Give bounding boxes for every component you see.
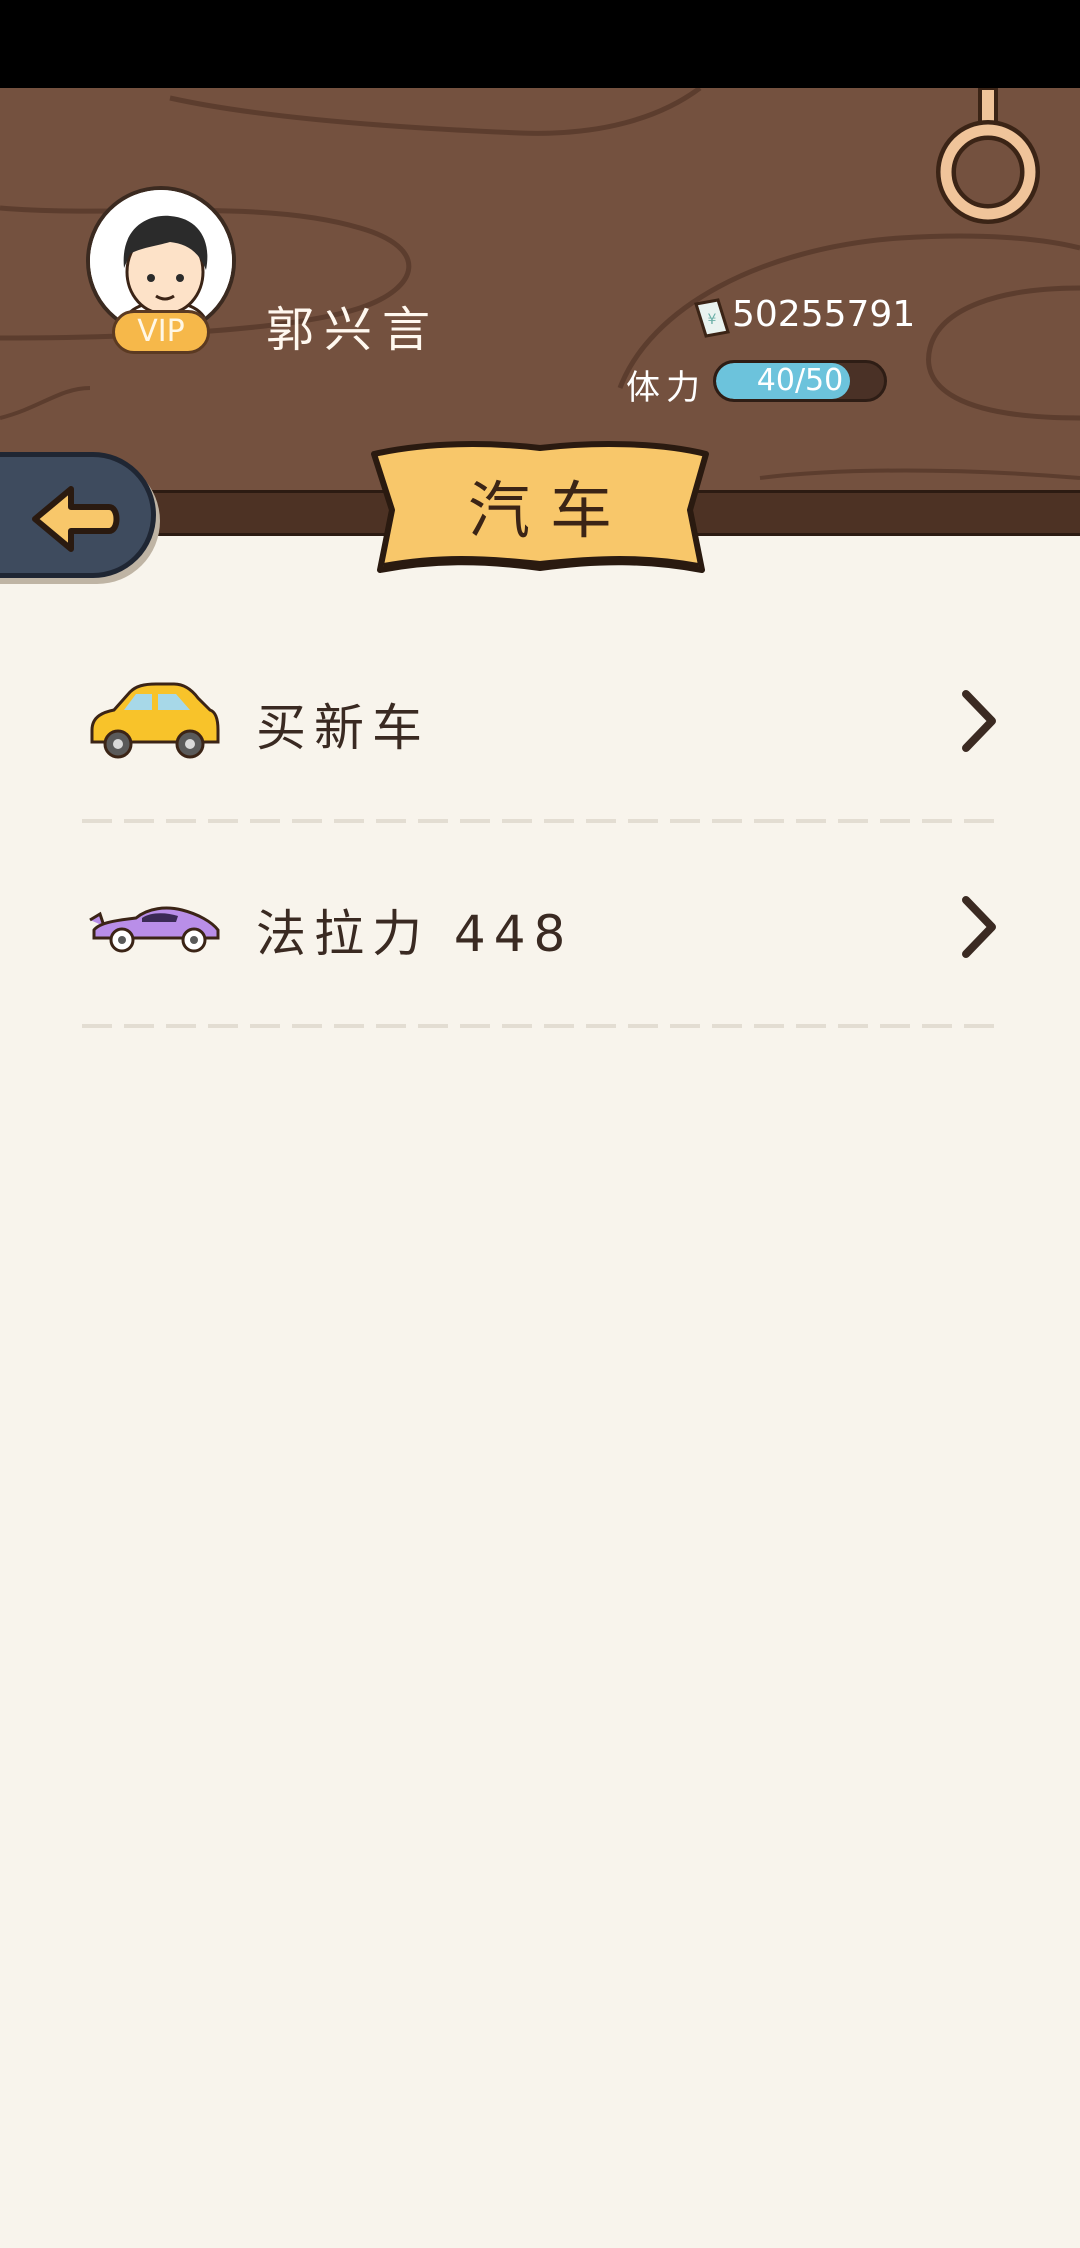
- purple-sports-car-icon: [89, 906, 220, 953]
- list-item-buy-new-car[interactable]: 买新车: [0, 618, 1080, 818]
- back-arrow-icon: [32, 486, 120, 552]
- list-item-label: 买新车: [256, 699, 430, 757]
- player-name: 郭兴言: [266, 302, 441, 358]
- back-button[interactable]: [0, 452, 156, 578]
- stamina-bar: 40/50: [713, 360, 887, 402]
- money-value: 50255791: [732, 294, 916, 335]
- list-item-label: 法拉力 448: [256, 905, 574, 963]
- ring-pull-icon[interactable]: [936, 88, 1040, 238]
- vip-badge: VIP: [112, 310, 210, 354]
- stamina-label: 体力: [626, 368, 706, 408]
- list-divider: [82, 819, 998, 823]
- status-bar: [0, 0, 1080, 88]
- svg-text:¥: ¥: [708, 312, 717, 328]
- yellow-car-icon: [90, 682, 220, 759]
- list-item-ferrari-448[interactable]: 法拉力 448: [0, 824, 1080, 1024]
- stamina-text: 40/50: [756, 363, 844, 398]
- cash-icon: ¥: [694, 298, 730, 338]
- list-divider: [82, 1024, 998, 1028]
- chevron-right-icon: [962, 690, 996, 752]
- page-title: 汽车: [467, 474, 632, 547]
- chevron-right-icon: [962, 896, 996, 958]
